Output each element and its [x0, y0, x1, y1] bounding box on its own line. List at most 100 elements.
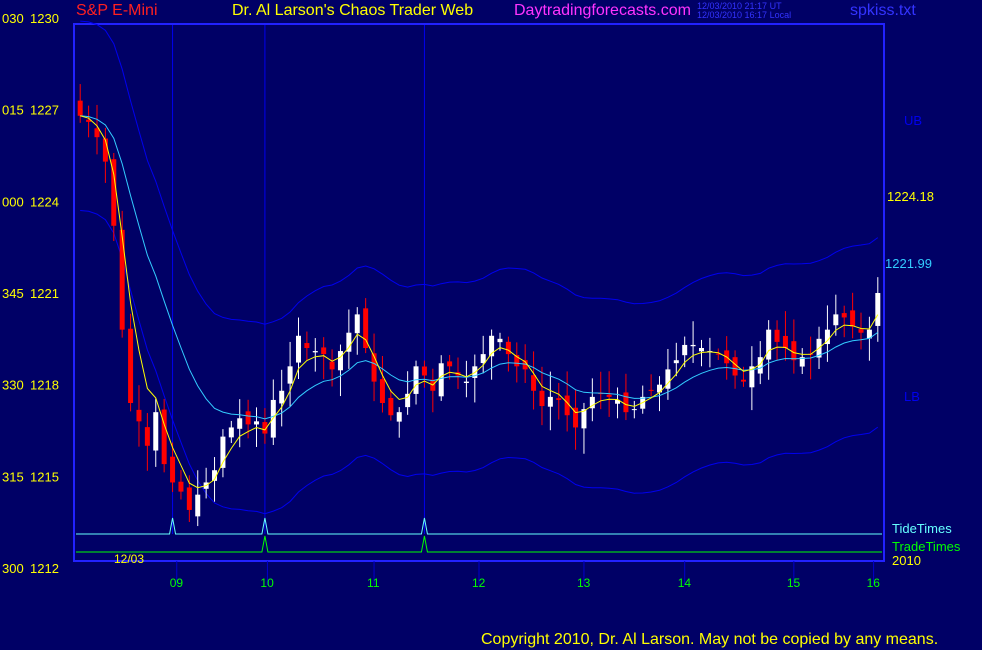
- x-tick-label-5: 14: [678, 576, 692, 590]
- timestamp-local: 12/03/2010 16:17 Local: [697, 10, 792, 20]
- candle-body-0: [77, 100, 83, 116]
- price-label-fast: 1224.18: [887, 189, 934, 204]
- x-tick-label-6: 15: [787, 576, 801, 590]
- y-tick-time-1: 015: [2, 103, 24, 118]
- candle-body-28: [312, 351, 318, 353]
- timing-label-tidetimes: TideTimes: [892, 521, 952, 536]
- right-labels: 1224.18 1221.99 UB LB: [885, 113, 934, 404]
- candle-body-84: [782, 335, 788, 348]
- x-tick-label-1: 10: [260, 576, 274, 590]
- y-tick-price-2: 1224: [30, 194, 59, 209]
- x-tick-label-2: 11: [367, 576, 380, 590]
- x-tick-label-4: 13: [577, 576, 591, 590]
- candle-body-6: [128, 328, 134, 403]
- candle-body-37: [388, 397, 394, 416]
- candle-body-79: [740, 379, 746, 382]
- candle-body-12: [178, 481, 184, 492]
- timing-line-tradetimes: [76, 535, 882, 553]
- x-tick-label-0: 09: [170, 576, 184, 590]
- candle-body-7: [136, 409, 142, 422]
- candle-body-25: [287, 366, 293, 384]
- candle-body-56: [547, 396, 553, 407]
- envelope-bands: [80, 20, 879, 515]
- y-tick-time-6: 300: [2, 561, 24, 576]
- plot-frame: [73, 23, 885, 562]
- candle-body-63: [606, 394, 612, 397]
- chart-area: TideTimesTradeTimes 030 1230015 1227000 122…: [2, 11, 961, 590]
- candle-body-90: [833, 314, 839, 326]
- candle-body-9: [153, 412, 159, 451]
- y-tick-price-6: 1212: [30, 561, 59, 576]
- candle-body-33: [354, 314, 360, 334]
- candle-body-39: [405, 393, 411, 408]
- candle-body-55: [539, 390, 545, 407]
- x-tick-label-7: 16: [867, 576, 881, 590]
- y-tick-time-4: 330: [2, 378, 24, 393]
- timing-label-tradetimes: TradeTimes: [892, 539, 961, 554]
- y-tick-price-3: 1221: [30, 286, 59, 301]
- y-tick-time-0: 030: [2, 11, 24, 26]
- candle-body-74: [698, 348, 704, 352]
- upper-band-line: [80, 20, 879, 325]
- candle-body-66: [631, 409, 637, 411]
- candle-body-73: [690, 344, 696, 347]
- timing-line-tidetimes: [76, 517, 882, 535]
- ema-fast-line: [80, 115, 879, 489]
- timing-lines: TideTimes TradeTimes: [76, 517, 961, 554]
- candle-body-92: [850, 310, 856, 327]
- moving-averages: [80, 115, 879, 489]
- year-label: 2010: [892, 553, 921, 568]
- candle-body-48: [480, 354, 486, 364]
- x-tick-label-3: 12: [472, 576, 486, 590]
- date-label: 12/03: [114, 552, 144, 566]
- price-label-mid: 1221.99: [885, 256, 932, 271]
- candle-body-65: [623, 392, 629, 413]
- candle-body-19: [237, 418, 243, 429]
- candle-body-30: [329, 361, 335, 370]
- symbol-title: S&P E-Mini: [76, 2, 158, 19]
- candle-body-50: [497, 338, 503, 343]
- candle-body-5: [119, 229, 125, 330]
- candles: [77, 84, 881, 527]
- candle-body-71: [673, 360, 679, 364]
- y-tick-time-5: 315: [2, 469, 24, 484]
- y-tick-time-3: 345: [2, 286, 24, 301]
- candle-body-82: [766, 329, 772, 360]
- y-tick-price-4: 1218: [30, 378, 59, 393]
- candle-body-85: [791, 341, 797, 361]
- candle-body-27: [304, 343, 310, 348]
- data-file-name: spkiss.txt: [850, 2, 916, 19]
- y-tick-price-0: 1230: [30, 11, 59, 26]
- y-axis: 030 1230 015 1227 000 1224 345 1221 330 1218 315 12…: [2, 11, 59, 576]
- candle-body-91: [841, 313, 847, 318]
- candle-body-95: [875, 293, 881, 326]
- site-name: Daytradingforecasts.com: [514, 2, 691, 19]
- x-axis: 09 10 11 12 13 14 15 16 12/03 2010: [114, 552, 921, 590]
- band-label-upper: UB: [904, 113, 922, 128]
- candle-body-8: [144, 427, 150, 446]
- candle-body-44: [447, 361, 453, 367]
- candle-body-46: [463, 381, 469, 384]
- candle-body-13: [186, 487, 192, 510]
- candle-body-51: [505, 341, 511, 355]
- candle-body-83: [774, 329, 780, 342]
- candle-body-29: [321, 347, 327, 355]
- candle-body-11: [170, 456, 176, 483]
- candle-body-18: [228, 427, 234, 438]
- band-label-lower: LB: [904, 389, 920, 404]
- y-tick-price-1: 1227: [30, 103, 59, 118]
- vertical-markers: [172, 25, 425, 534]
- candle-body-20: [245, 411, 251, 425]
- candle-body-68: [648, 389, 654, 391]
- candle-body-43: [438, 363, 444, 397]
- candle-body-14: [195, 494, 201, 517]
- candle-body-36: [379, 379, 385, 403]
- candle-body-26: [295, 335, 301, 363]
- candle-body-31: [337, 351, 343, 371]
- candle-body-41: [421, 366, 427, 376]
- candle-body-38: [396, 412, 402, 422]
- y-tick-time-2: 000: [2, 194, 24, 209]
- candle-body-72: [682, 344, 688, 356]
- candle-body-60: [581, 409, 587, 429]
- copyright: Copyright 2010, Dr. Al Larson. May not b…: [481, 631, 939, 648]
